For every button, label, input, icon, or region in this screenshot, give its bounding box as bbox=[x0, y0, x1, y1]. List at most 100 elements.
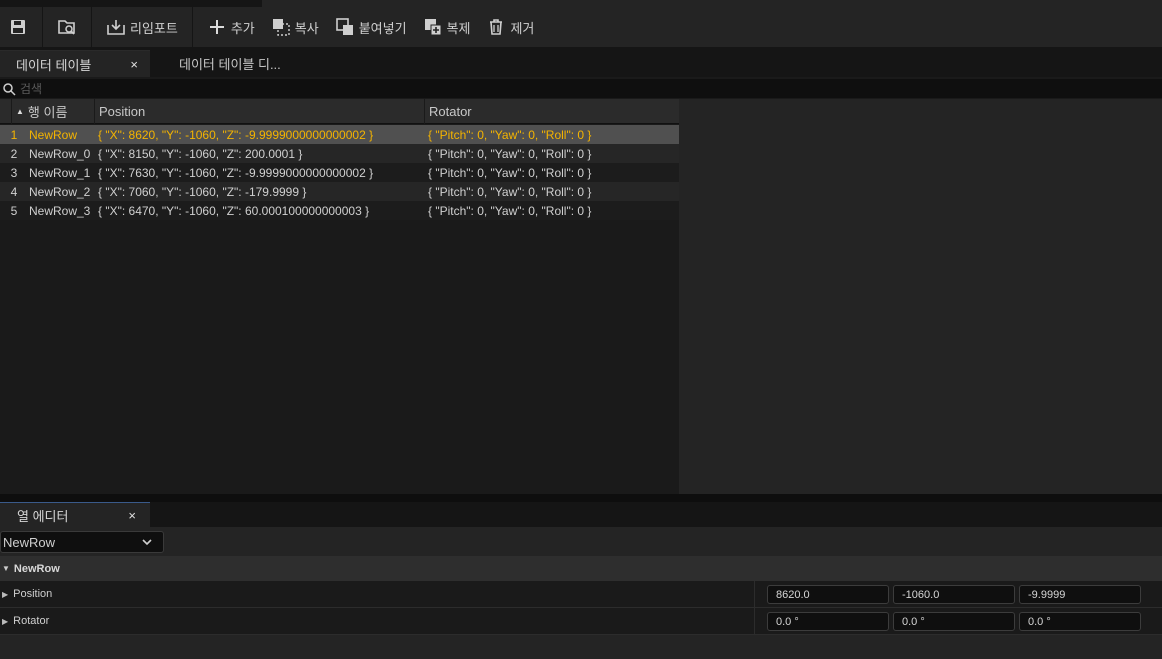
close-icon[interactable]: × bbox=[128, 508, 136, 523]
row-name-cell: NewRow_2 bbox=[29, 184, 91, 199]
position-cell: { "X": 7630, "Y": -1060, "Z": -9.9999000… bbox=[98, 165, 374, 180]
search-input[interactable] bbox=[20, 81, 320, 96]
row-select-value: NewRow bbox=[3, 534, 56, 550]
paste-button[interactable]: 붙여넣기 bbox=[327, 7, 415, 47]
save-icon bbox=[8, 17, 28, 37]
tab-data-table[interactable]: 데이터 테이블 × bbox=[0, 50, 150, 77]
position-cell: { "X": 7060, "Y": -1060, "Z": -179.9999 … bbox=[98, 184, 307, 199]
plus-icon bbox=[207, 17, 227, 37]
tab-row-editor[interactable]: 열 에디터 × bbox=[0, 502, 150, 527]
rotator-roll-field[interactable]: 0.0 ° bbox=[767, 612, 889, 631]
header-index-column bbox=[0, 99, 12, 124]
duplicate-icon bbox=[423, 17, 443, 37]
remove-button[interactable]: 제거 bbox=[478, 7, 542, 47]
header-position-label: Position bbox=[99, 104, 146, 119]
save-button[interactable] bbox=[0, 7, 36, 47]
row-index: 1 bbox=[10, 127, 18, 142]
row-select-dropdown[interactable]: NewRow bbox=[0, 531, 164, 553]
row-name-cell: NewRow bbox=[29, 127, 78, 142]
position-x-field[interactable]: 8620.0 bbox=[767, 585, 889, 604]
table-header: ▲ 행 이름 Position Rotator bbox=[0, 99, 679, 124]
rotator-cell: { "Pitch": 0, "Yaw": 0, "Roll": 0 } bbox=[428, 146, 592, 161]
category-label: NewRow bbox=[13, 562, 60, 575]
rotator-cell: { "Pitch": 0, "Yaw": 0, "Roll": 0 } bbox=[428, 127, 592, 142]
row-index: 2 bbox=[10, 146, 18, 161]
expand-triangle-icon[interactable]: ▶ bbox=[2, 617, 8, 626]
table-row[interactable]: 5 NewRow_3 { "X": 6470, "Y": -1060, "Z": 6… bbox=[0, 201, 679, 220]
copy-icon bbox=[271, 17, 291, 37]
close-icon[interactable]: × bbox=[130, 57, 138, 72]
header-rotator[interactable]: Rotator bbox=[425, 99, 679, 124]
header-row-name[interactable]: ▲ 행 이름 bbox=[12, 99, 95, 124]
reimport-icon bbox=[106, 17, 126, 37]
search-bar bbox=[0, 79, 1162, 98]
toolbar-separator bbox=[91, 7, 92, 47]
right-empty-pane bbox=[679, 99, 1162, 494]
browse-icon bbox=[57, 17, 77, 37]
reimport-label: 리임포트 bbox=[130, 20, 178, 36]
row-name-cell: NewRow_0 bbox=[29, 146, 91, 161]
add-label: 추가 bbox=[230, 20, 255, 36]
header-row-name-label: 행 이름 bbox=[27, 105, 68, 120]
category-header[interactable]: ▼ NewRow bbox=[0, 556, 1162, 581]
toolbar: 리임포트 추가 복사 붙여넣기 복제 제거 bbox=[0, 7, 1162, 47]
tab-data-table-diff-label: 데이터 테이블 디... bbox=[179, 57, 281, 72]
add-button[interactable]: 추가 bbox=[199, 7, 263, 47]
table-row[interactable]: 4 NewRow_2 { "X": 7060, "Y": -1060, "Z": -… bbox=[0, 182, 679, 201]
table-row[interactable]: 1 NewRow { "X": 8620, "Y": -1060, "Z": -9.… bbox=[0, 125, 679, 144]
search-icon bbox=[3, 82, 16, 96]
rotator-yaw-field[interactable]: 0.0 ° bbox=[1019, 612, 1141, 631]
trash-icon bbox=[486, 17, 506, 37]
rotator-pitch-field[interactable]: 0.0 ° bbox=[893, 612, 1015, 631]
position-y-field[interactable]: -1060.0 bbox=[893, 585, 1015, 604]
property-position-label: Position bbox=[13, 588, 53, 600]
document-tab-row: 데이터 테이블 × 데이터 테이블 디... bbox=[0, 47, 1162, 77]
panel-divider[interactable] bbox=[0, 494, 1162, 502]
duplicate-label: 복제 bbox=[446, 20, 471, 36]
expand-triangle-icon[interactable]: ▶ bbox=[2, 590, 8, 599]
rotator-cell: { "Pitch": 0, "Yaw": 0, "Roll": 0 } bbox=[428, 203, 592, 218]
header-position[interactable]: Position bbox=[95, 99, 425, 124]
row-index: 5 bbox=[10, 203, 18, 218]
position-cell: { "X": 6470, "Y": -1060, "Z": 60.0001000… bbox=[98, 203, 370, 218]
browse-button[interactable] bbox=[49, 7, 85, 47]
position-z-field[interactable]: -9.9999 bbox=[1019, 585, 1141, 604]
tab-data-table-diff[interactable]: 데이터 테이블 디... bbox=[150, 50, 300, 77]
remove-label: 제거 bbox=[510, 20, 535, 36]
top-tab-hint bbox=[262, 0, 1162, 7]
rotator-cell: { "Pitch": 0, "Yaw": 0, "Roll": 0 } bbox=[428, 184, 592, 199]
top-strip bbox=[0, 0, 1162, 7]
row-editor-tab-row: 열 에디터 × bbox=[0, 502, 1162, 527]
data-table: ▲ 행 이름 Position Rotator 1 NewRow { "X": 86… bbox=[0, 99, 679, 494]
header-rotator-label: Rotator bbox=[429, 104, 472, 119]
row-name-cell: NewRow_3 bbox=[29, 203, 91, 218]
row-index: 4 bbox=[10, 184, 18, 199]
copy-label: 복사 bbox=[294, 20, 319, 36]
rotator-cell: { "Pitch": 0, "Yaw": 0, "Roll": 0 } bbox=[428, 165, 592, 180]
row-name-cell: NewRow_1 bbox=[29, 165, 91, 180]
property-rotator-label: Rotator bbox=[13, 615, 50, 627]
toolbar-separator bbox=[191, 7, 193, 47]
tab-data-table-label: 데이터 테이블 bbox=[16, 57, 92, 73]
toolbar-separator bbox=[42, 7, 43, 47]
position-cell: { "X": 8620, "Y": -1060, "Z": -9.9999000… bbox=[98, 127, 374, 142]
chevron-down-icon bbox=[142, 539, 152, 546]
table-rows: 1 NewRow { "X": 8620, "Y": -1060, "Z": -9.… bbox=[0, 125, 679, 220]
property-position: ▶ Position 8620.0 -1060.0 -9.9999 bbox=[0, 581, 1162, 608]
paste-icon bbox=[335, 17, 355, 37]
paste-label: 붙여넣기 bbox=[358, 20, 407, 36]
row-editor-panel: NewRow ▼ NewRow ▶ Position 8620.0 -1060.… bbox=[0, 527, 1162, 659]
property-splitter[interactable] bbox=[754, 608, 755, 635]
property-rotator: ▶ Rotator 0.0 ° 0.0 ° 0.0 ° bbox=[0, 608, 1162, 635]
copy-button[interactable]: 복사 bbox=[263, 7, 327, 47]
property-splitter[interactable] bbox=[754, 581, 755, 608]
collapse-triangle-icon: ▼ bbox=[2, 564, 10, 573]
table-row[interactable]: 2 NewRow_0 { "X": 8150, "Y": -1060, "Z": 2… bbox=[0, 144, 679, 163]
tab-row-editor-label: 열 에디터 bbox=[17, 508, 69, 524]
table-row[interactable]: 3 NewRow_1 { "X": 7630, "Y": -1060, "Z": -… bbox=[0, 163, 679, 182]
position-cell: { "X": 8150, "Y": -1060, "Z": 200.0001 } bbox=[98, 146, 303, 161]
row-index: 3 bbox=[10, 165, 18, 180]
sort-ascending-icon: ▲ bbox=[16, 107, 24, 116]
duplicate-button[interactable]: 복제 bbox=[415, 7, 479, 47]
reimport-button[interactable]: 리임포트 bbox=[98, 7, 186, 47]
